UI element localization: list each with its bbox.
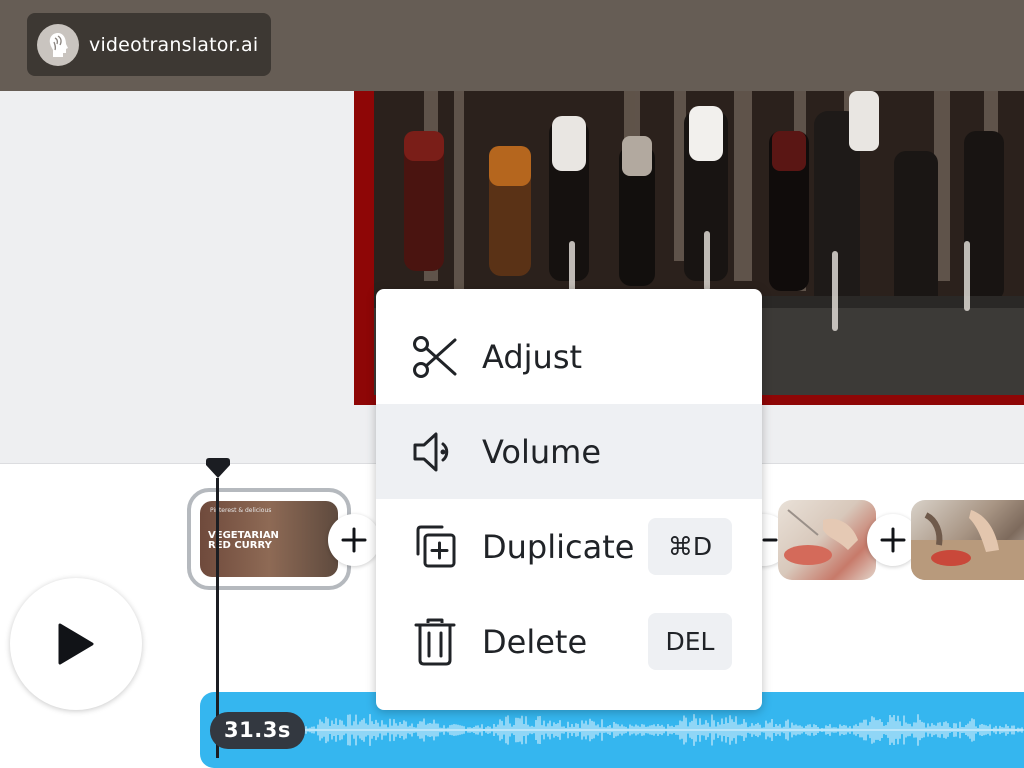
menu-label-delete: Delete bbox=[482, 622, 588, 661]
duplicate-icon bbox=[410, 522, 460, 572]
speaker-icon bbox=[410, 427, 460, 477]
audio-duration-badge: 31.3s bbox=[210, 712, 305, 749]
add-transition-button[interactable] bbox=[328, 514, 380, 566]
timeline-clip[interactable] bbox=[778, 500, 876, 580]
shortcut-badge: ⌘D bbox=[648, 518, 732, 575]
playhead-handle[interactable] bbox=[203, 457, 233, 479]
play-icon bbox=[58, 623, 94, 665]
clip-small-text: Pinterest & delicious bbox=[210, 507, 272, 514]
play-button[interactable] bbox=[10, 578, 142, 710]
menu-item-delete[interactable]: Delete DEL bbox=[376, 594, 762, 689]
timeline-clip-selected[interactable]: Pinterest & delicious VEGETARIAN RED CUR… bbox=[187, 488, 351, 590]
clip-context-menu: Adjust Volume Duplicate ⌘D Delete DEL bbox=[376, 289, 762, 710]
plus-icon bbox=[341, 527, 367, 553]
video-editor: videotranslator.ai Pinterest & delicious… bbox=[0, 0, 1024, 768]
clip-thumbnail: Pinterest & delicious VEGETARIAN RED CUR… bbox=[200, 501, 338, 577]
menu-label-adjust: Adjust bbox=[482, 337, 583, 376]
brand-badge[interactable]: videotranslator.ai bbox=[27, 13, 271, 76]
brand-name: videotranslator.ai bbox=[89, 33, 259, 56]
menu-label-duplicate: Duplicate bbox=[482, 527, 635, 566]
menu-item-duplicate[interactable]: Duplicate ⌘D bbox=[376, 499, 762, 594]
top-bar: videotranslator.ai bbox=[0, 0, 1024, 91]
timeline-clip[interactable] bbox=[911, 500, 1024, 580]
shortcut-badge: DEL bbox=[648, 613, 732, 670]
face-profile-icon bbox=[37, 23, 79, 66]
menu-item-adjust[interactable]: Adjust bbox=[376, 309, 762, 404]
menu-item-volume[interactable]: Volume bbox=[376, 404, 762, 499]
scissors-icon bbox=[410, 332, 460, 382]
menu-label-volume: Volume bbox=[482, 432, 602, 471]
trash-icon bbox=[410, 617, 460, 667]
plus-icon bbox=[880, 527, 906, 553]
